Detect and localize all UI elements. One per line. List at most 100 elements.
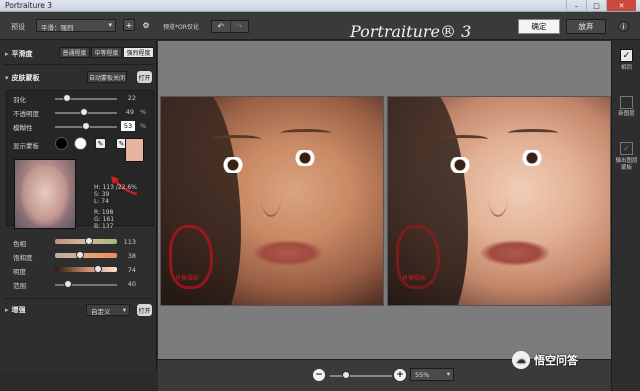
output-panel: ✓ 相同 新图层 ✓ 输出图层蒙板 — [611, 41, 640, 391]
stamp-text: 肖像摄影 — [402, 275, 427, 282]
smoothing-title[interactable]: ▸ 平滑度 — [5, 49, 33, 59]
show-mask-label: 显示蒙板 — [13, 142, 39, 150]
output-mask-checkbox[interactable]: ✓ — [620, 142, 633, 155]
luminance-label: 明度 — [13, 268, 26, 276]
lips-shape — [480, 240, 550, 266]
feather-value: 22 — [127, 94, 136, 102]
opacity-slider-handle[interactable] — [80, 108, 88, 116]
opacity-value: 49 — [125, 108, 134, 116]
window-controls: – □ ✕ — [566, 0, 636, 11]
minimize-button[interactable]: – — [566, 0, 586, 11]
zoom-in-button[interactable]: + — [394, 369, 406, 381]
feather-slider-handle[interactable] — [63, 94, 71, 102]
brow-shape — [281, 129, 331, 137]
preset-value: 平滑：强烈 — [41, 24, 74, 32]
feather-label: 羽化 — [13, 96, 26, 104]
watermark-text: 悟空问答 — [534, 354, 578, 367]
check-icon: ✓ — [622, 50, 631, 61]
close-button[interactable]: ✕ — [606, 0, 636, 11]
settings-button[interactable]: ⚙ — [140, 19, 152, 31]
mask-preview-thumbnail[interactable] — [14, 159, 76, 229]
nose-shape — [488, 177, 508, 217]
skin-color-swatch[interactable] — [125, 138, 144, 162]
chevron-down-icon: ▾ — [446, 370, 450, 378]
title-bar: Portraiture 3 – □ ✕ — [0, 0, 640, 12]
enhance-preset-dropdown[interactable]: 自定义 ▾ — [86, 304, 130, 316]
smoothing-section: ▸ 平滑度 普通程度 中等程度 强烈程度 — [0, 44, 157, 60]
enhance-preset-value: 自定义 — [91, 308, 111, 316]
same-layer-checkbox[interactable]: ✓ — [620, 49, 633, 62]
preview-area: 肖像摄影 肖像摄影 — [158, 41, 611, 359]
app-logo: Portraiture® 3 — [350, 22, 472, 41]
thumbnail-face — [21, 166, 69, 226]
enhance-title[interactable]: ▸ 增强 — [5, 305, 26, 315]
preset-dropdown[interactable]: 平滑：强烈 ▾ — [36, 19, 116, 32]
info-icon[interactable]: i — [618, 21, 629, 32]
zoom-slider-handle[interactable] — [342, 371, 350, 379]
nose-shape — [261, 177, 281, 217]
watermark: ☁ 悟空问答 — [512, 350, 632, 370]
brow-shape — [438, 135, 488, 143]
auto-mask-button[interactable]: 自动蒙板关闭 — [87, 71, 127, 83]
maximize-button[interactable]: □ — [586, 0, 606, 11]
fuzz-slider-handle[interactable] — [82, 122, 90, 130]
preview-label: 预览*OR仅化 — [163, 24, 199, 31]
before-image[interactable]: 肖像摄影 — [160, 96, 384, 306]
undo-icon[interactable]: ↶ — [212, 21, 230, 32]
eyedropper-icon[interactable]: ✎ — [95, 138, 106, 149]
new-layer-label: 新图层 — [618, 111, 635, 117]
rgb-readout: R: 198 G: 161 B: 137 — [94, 209, 115, 230]
zoom-dropdown[interactable]: 55% ▾ — [410, 368, 454, 381]
skin-mask-title[interactable]: ▾ 皮肤蒙板 — [5, 73, 40, 83]
expand-triangle-icon: ▸ — [5, 50, 9, 58]
zoom-slider-track[interactable] — [330, 375, 392, 377]
hue-slider-handle[interactable] — [85, 237, 93, 245]
brow-shape — [211, 135, 261, 143]
range-value: 40 — [127, 280, 136, 288]
after-image[interactable]: 肖像摄影 — [387, 96, 611, 306]
add-preset-button[interactable]: + — [123, 19, 135, 31]
skin-mask-open-button[interactable]: 打开 — [137, 71, 152, 83]
range-slider-handle[interactable] — [64, 280, 72, 288]
enhance-section: ▸ 增强 自定义 ▾ 打开 — [0, 300, 157, 320]
show-mask-black-button[interactable] — [55, 137, 68, 150]
same-layer-label: 相同 — [620, 65, 632, 71]
eye-shape — [285, 150, 325, 166]
fuzz-value-input[interactable]: 53 — [121, 121, 135, 131]
plus-icon: + — [125, 20, 133, 30]
check-icon: ✓ — [623, 144, 630, 153]
saturation-value: 38 — [127, 252, 136, 260]
hue-label: 色相 — [13, 240, 26, 248]
level-normal-button[interactable]: 普通程度 — [59, 47, 90, 58]
hsl-readout: H: 113 /22.6% S: 39 L: 74 — [94, 184, 137, 205]
luminance-slider-handle[interactable] — [94, 265, 102, 273]
opacity-unit: % — [140, 108, 147, 116]
chevron-down-icon: ▾ — [122, 306, 126, 314]
minus-icon: − — [315, 370, 323, 380]
wukong-logo-icon: ☁ — [512, 351, 530, 369]
undo-redo-group: ↶ ↷ — [211, 20, 249, 33]
enhance-open-button[interactable]: 打开 — [137, 304, 152, 316]
lips-shape — [253, 240, 323, 266]
level-strong-button[interactable]: 强烈程度 — [123, 47, 154, 58]
redo-icon[interactable]: ↷ — [229, 21, 249, 32]
chevron-down-icon: ▾ — [108, 21, 112, 29]
zoom-out-button[interactable]: − — [313, 369, 325, 381]
settings-panel: ▸ 平滑度 普通程度 中等程度 强烈程度 ▾ 皮肤蒙板 自动蒙板关闭 打开 羽化 2… — [0, 41, 157, 371]
ok-button[interactable]: 确定 — [518, 19, 560, 34]
saturation-slider-track[interactable] — [55, 253, 117, 258]
fuzz-label: 模糊性 — [13, 124, 33, 132]
luminance-value: 74 — [127, 266, 136, 274]
new-layer-checkbox[interactable] — [620, 96, 633, 109]
zoom-value: 55% — [415, 371, 430, 379]
saturation-slider-handle[interactable] — [76, 251, 84, 259]
collapse-triangle-icon: ▾ — [5, 74, 9, 82]
level-medium-button[interactable]: 中等程度 — [91, 47, 122, 58]
gear-icon: ⚙ — [142, 20, 150, 30]
hue-value: 113 — [123, 238, 136, 246]
luminance-slider-track[interactable] — [55, 267, 117, 272]
show-mask-white-button[interactable] — [74, 137, 87, 150]
stamp-text: 肖像摄影 — [175, 275, 200, 282]
fuzz-unit: % — [140, 122, 147, 130]
cancel-button[interactable]: 放弃 — [566, 19, 606, 34]
